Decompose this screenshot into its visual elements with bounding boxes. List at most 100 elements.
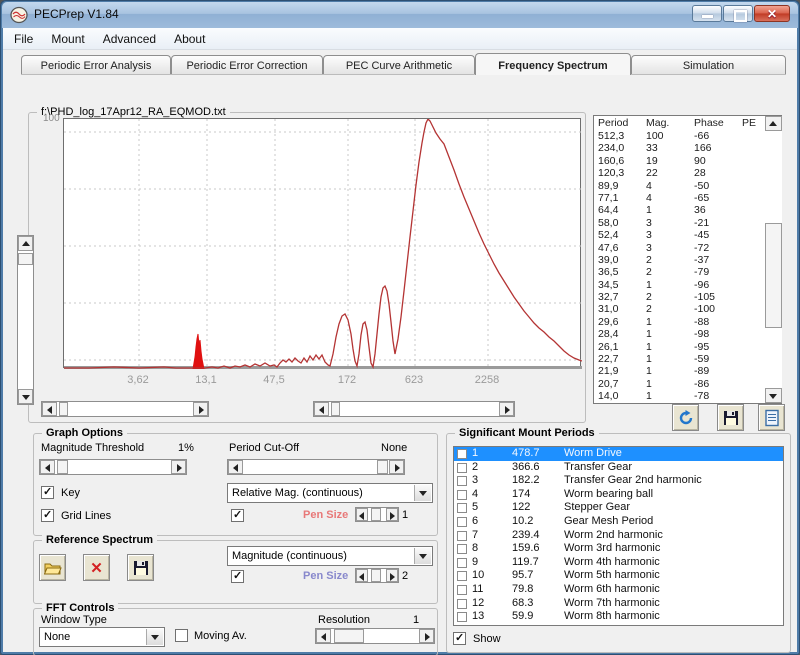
key-checkbox[interactable]: [41, 485, 54, 499]
table-row[interactable]: 22,7 1 -59: [594, 353, 781, 365]
mount-period-row[interactable]: 8 159.6 Worm 3rd harmonic: [454, 542, 783, 556]
table-row[interactable]: 28,4 1 -98: [594, 328, 781, 340]
window-type-combo[interactable]: None: [39, 627, 165, 647]
mount-period-row[interactable]: 4 174 Worm bearing ball: [454, 488, 783, 502]
menu-item-file[interactable]: File: [5, 28, 42, 50]
scroll-up-button[interactable]: [765, 116, 782, 131]
plot-vertical-scrollbar[interactable]: [17, 235, 34, 405]
table-row[interactable]: 36,5 2 -79: [594, 266, 781, 278]
table-row[interactable]: 77,1 4 -65: [594, 192, 781, 204]
close-button[interactable]: [754, 5, 790, 22]
mount-period-checkbox[interactable]: [457, 449, 467, 459]
mount-period-checkbox[interactable]: [457, 571, 467, 582]
mount-period-checkbox[interactable]: [457, 544, 467, 555]
table-row[interactable]: 32,7 2 -105: [594, 291, 781, 303]
table-row[interactable]: 39,0 2 -37: [594, 254, 781, 266]
table-row[interactable]: 14,0 1 -78: [594, 390, 781, 402]
mount-period-row[interactable]: 11 79.8 Worm 6th harmonic: [454, 583, 783, 597]
table-row[interactable]: 52,4 3 -45: [594, 229, 781, 241]
tab-simulation[interactable]: Simulation: [631, 55, 786, 75]
scroll-down-button[interactable]: [765, 388, 782, 403]
mount-period-checkbox[interactable]: [457, 584, 467, 595]
slider-left-button[interactable]: [228, 460, 243, 474]
slider-left-button[interactable]: [356, 569, 368, 582]
scroll-left-button[interactable]: [42, 402, 57, 416]
minimize-button[interactable]: [692, 5, 722, 22]
tab-periodic-error-correction[interactable]: Periodic Error Correction: [171, 55, 323, 75]
table-row[interactable]: 20,7 1 -86: [594, 378, 781, 390]
save-reference-button[interactable]: [127, 554, 154, 581]
menu-item-advanced[interactable]: Advanced: [94, 28, 165, 50]
slider-right-button[interactable]: [386, 508, 398, 521]
grid-lines-checkbox[interactable]: [41, 508, 54, 522]
scroll-up-button[interactable]: [18, 236, 33, 251]
mount-period-row[interactable]: 5 122 Stepper Gear: [454, 501, 783, 515]
display-mode-combo[interactable]: Relative Mag. (continuous): [227, 483, 433, 503]
slider-thumb[interactable]: [377, 460, 388, 474]
table-row[interactable]: 160,6 19 90: [594, 155, 781, 167]
tab-periodic-error-analysis[interactable]: Periodic Error Analysis: [21, 55, 171, 75]
scroll-left-button[interactable]: [314, 402, 329, 416]
spectrum-table[interactable]: Period Mag. Phase PE 512,3 100 -66 234,0 33 166 16…: [593, 115, 782, 404]
scroll-thumb[interactable]: [18, 253, 33, 265]
tab-pec-curve-arithmetic[interactable]: PEC Curve Arithmetic: [323, 55, 475, 75]
scroll-thumb[interactable]: [59, 402, 68, 416]
tab-frequency-spectrum[interactable]: Frequency Spectrum: [475, 53, 631, 75]
table-row[interactable]: 47,6 3 -72: [594, 242, 781, 254]
slider-thumb[interactable]: [371, 508, 381, 521]
reference-mode-combo[interactable]: Magnitude (continuous): [227, 546, 433, 566]
scroll-right-button[interactable]: [499, 402, 514, 416]
graph-pen-size-slider[interactable]: [355, 507, 399, 522]
slider-thumb[interactable]: [334, 629, 364, 643]
magnitude-threshold-slider[interactable]: [39, 459, 187, 475]
mount-period-row[interactable]: 13 59.9 Worm 8th harmonic: [454, 610, 783, 624]
graph-pen-checkbox[interactable]: [231, 508, 244, 522]
refresh-button[interactable]: [672, 404, 699, 431]
combo-dropdown-button[interactable]: [414, 485, 431, 501]
resolution-slider[interactable]: [315, 628, 435, 644]
table-row[interactable]: 26,1 1 -95: [594, 341, 781, 353]
slider-thumb[interactable]: [371, 569, 381, 582]
slider-right-button[interactable]: [419, 629, 434, 643]
mount-period-row[interactable]: 6 10.2 Gear Mesh Period: [454, 515, 783, 529]
reference-pen-size-slider[interactable]: [355, 568, 399, 583]
slider-thumb[interactable]: [57, 460, 68, 474]
maximize-button[interactable]: [723, 5, 753, 22]
open-reference-button[interactable]: [39, 554, 66, 581]
slider-left-button[interactable]: [316, 629, 331, 643]
title-bar[interactable]: PECPrep V1.84: [2, 2, 798, 28]
table-row[interactable]: 31,0 2 -100: [594, 303, 781, 315]
scroll-down-button[interactable]: [18, 389, 33, 404]
scroll-right-button[interactable]: [193, 402, 208, 416]
slider-right-button[interactable]: [386, 569, 398, 582]
mount-period-row[interactable]: 12 68.3 Worm 7th harmonic: [454, 597, 783, 611]
save-spectrum-button[interactable]: [717, 404, 744, 431]
table-row[interactable]: 58,0 3 -21: [594, 217, 781, 229]
scroll-thumb[interactable]: [765, 223, 782, 328]
mount-period-row[interactable]: 10 95.7 Worm 5th harmonic: [454, 569, 783, 583]
table-row[interactable]: 89,9 4 -50: [594, 180, 781, 192]
table-row[interactable]: 34,5 1 -96: [594, 279, 781, 291]
table-row[interactable]: 234,0 33 166: [594, 142, 781, 154]
table-row[interactable]: 512,3 100 -66: [594, 130, 781, 142]
mount-period-row[interactable]: 1 478.7 Worm Drive: [454, 447, 783, 461]
combo-dropdown-button[interactable]: [414, 548, 431, 564]
slider-right-button[interactable]: [389, 460, 404, 474]
table-row[interactable]: 29,6 1 -88: [594, 316, 781, 328]
table-row[interactable]: 21,9 1 -89: [594, 365, 781, 377]
show-checkbox[interactable]: [453, 631, 466, 645]
mount-period-row[interactable]: 2 366.6 Transfer Gear: [454, 461, 783, 475]
delete-reference-button[interactable]: ✕: [83, 554, 110, 581]
menu-item-about[interactable]: About: [165, 28, 214, 50]
mount-period-checkbox[interactable]: [457, 489, 467, 500]
mount-period-checkbox[interactable]: [457, 557, 467, 568]
mount-period-row[interactable]: 3 182.2 Transfer Gear 2nd harmonic: [454, 474, 783, 488]
plot-right-horizontal-scrollbar[interactable]: [313, 401, 515, 417]
combo-dropdown-button[interactable]: [146, 629, 163, 645]
mount-period-checkbox[interactable]: [457, 476, 467, 487]
report-button[interactable]: [758, 404, 785, 431]
mount-period-checkbox[interactable]: [457, 612, 467, 623]
table-scrollbar[interactable]: [765, 116, 782, 403]
mount-period-checkbox[interactable]: [457, 462, 467, 473]
slider-left-button[interactable]: [356, 508, 368, 521]
